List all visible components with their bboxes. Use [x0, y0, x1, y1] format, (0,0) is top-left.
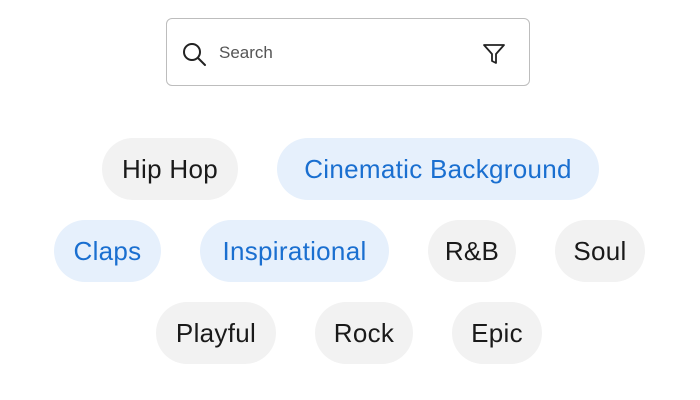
search-box[interactable] [166, 18, 530, 86]
tag-playful[interactable]: Playful [156, 302, 276, 364]
tag-claps[interactable]: Claps [54, 220, 161, 282]
tag-cinematic-background[interactable]: Cinematic Background [277, 138, 599, 200]
tag-rock[interactable]: Rock [315, 302, 413, 364]
tag-epic[interactable]: Epic [452, 302, 542, 364]
search-icon [181, 41, 207, 67]
tag-rnb[interactable]: R&B [428, 220, 516, 282]
filter-icon[interactable] [481, 41, 507, 67]
tag-soul[interactable]: Soul [555, 220, 645, 282]
tag-hip-hop[interactable]: Hip Hop [102, 138, 238, 200]
search-input[interactable] [219, 37, 459, 69]
tag-inspirational[interactable]: Inspirational [200, 220, 389, 282]
